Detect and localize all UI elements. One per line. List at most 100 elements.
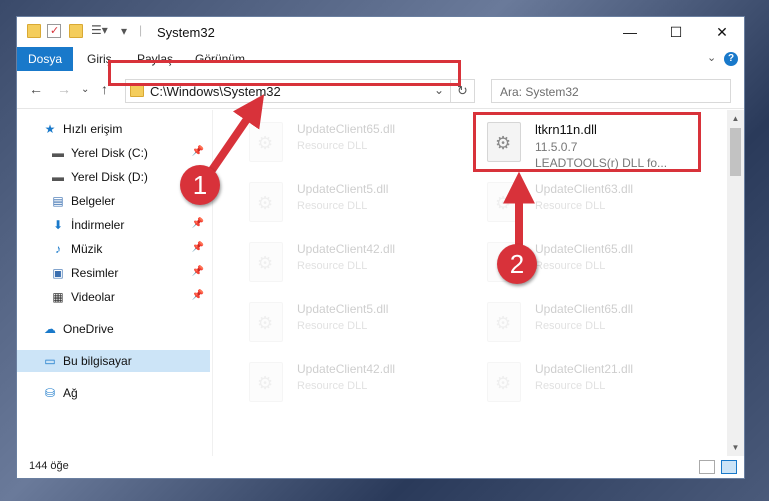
explorer-window: ✓ ☰▾ ▾ | System32 — ☐ ✕ Dosya Giriş Payl…	[16, 16, 745, 479]
minimize-button[interactable]: —	[607, 17, 653, 47]
title-bar: ✓ ☰▾ ▾ | System32 — ☐ ✕	[17, 17, 744, 47]
title-separator: |	[139, 23, 143, 37]
dll-file-icon	[249, 302, 283, 342]
file-name: UpdateClient21.dll	[535, 362, 634, 376]
pin-icon[interactable]: 📌	[192, 266, 204, 277]
dll-file-icon	[487, 122, 521, 162]
sidebar-item-label: Yerel Disk (D:)	[71, 170, 148, 184]
maximize-button[interactable]: ☐	[653, 17, 699, 47]
file-item[interactable]: UpdateClient63.dll Resource DLL	[475, 176, 700, 232]
file-description: LEADTOOLS(r) DLL fo...	[535, 156, 668, 170]
file-name: UpdateClient5.dll	[297, 302, 389, 316]
file-description: Resource DLL	[297, 320, 368, 332]
documents-icon: ▤	[52, 194, 64, 208]
folder-icon	[27, 24, 41, 38]
file-item[interactable]: UpdateClient5.dll Resource DLL	[237, 296, 462, 352]
customize-toolbar-icon[interactable]: ☰▾	[91, 23, 108, 37]
window-title: System32	[157, 25, 215, 40]
sidebar-item-pictures[interactable]: ▣ Resimler 📌	[17, 262, 210, 284]
file-item[interactable]: UpdateClient65.dll Resource DLL	[237, 116, 462, 172]
file-description: Resource DLL	[535, 320, 606, 332]
dll-file-icon	[487, 182, 521, 222]
dll-file-icon	[249, 242, 283, 282]
sidebar-item-label: OneDrive	[63, 322, 114, 336]
step-2-badge: 2	[497, 244, 537, 284]
file-item[interactable]: UpdateClient21.dll Resource DLL	[475, 356, 700, 412]
recent-locations-button[interactable]: ⌄	[81, 84, 89, 95]
cloud-icon: ☁	[44, 322, 56, 336]
pin-icon[interactable]: 📌	[192, 218, 204, 229]
file-item[interactable]: UpdateClient42.dll Resource DLL	[237, 236, 462, 292]
dll-file-icon	[487, 302, 521, 342]
scrollbar-thumb[interactable]	[730, 128, 741, 176]
file-item[interactable]: UpdateClient65.dll Resource DLL	[475, 296, 700, 352]
qat-dropdown-icon[interactable]: ▾	[121, 24, 127, 38]
scroll-down-icon[interactable]: ▼	[727, 439, 744, 456]
sidebar-item-label: Yerel Disk (C:)	[71, 146, 148, 160]
status-bar: 144 öğe	[17, 456, 744, 478]
download-icon: ⬇	[52, 218, 64, 232]
file-description: Resource DLL	[297, 140, 368, 152]
up-button[interactable]: ↑	[101, 81, 108, 97]
tiles-view-icon[interactable]	[721, 460, 737, 474]
properties-icon[interactable]: ✓	[47, 24, 61, 38]
item-count: 144 öğe	[29, 460, 69, 472]
refresh-icon[interactable]: ↻	[450, 80, 474, 102]
address-dropdown-icon[interactable]: ⌄	[434, 83, 444, 97]
file-item[interactable]: UpdateClient5.dll Resource DLL	[237, 176, 462, 232]
ribbon-expand-icon[interactable]: ⌄	[707, 51, 716, 64]
file-name: UpdateClient65.dll	[535, 242, 634, 256]
search-placeholder: Ara: System32	[500, 85, 579, 99]
file-name: UpdateClient65.dll	[297, 122, 396, 136]
sidebar-item-network[interactable]: ⛁ Ağ	[17, 382, 210, 404]
sidebar-item-downloads[interactable]: ⬇ İndirmeler 📌	[17, 214, 210, 236]
tab-file[interactable]: Dosya	[17, 47, 73, 71]
dll-file-icon	[249, 182, 283, 222]
pin-icon[interactable]: 📌	[192, 290, 204, 301]
drive-icon: ▬	[52, 146, 64, 160]
dll-file-icon	[487, 362, 521, 402]
help-icon[interactable]: ?	[724, 52, 738, 66]
network-icon: ⛁	[44, 386, 56, 400]
details-view-icon[interactable]	[699, 460, 715, 474]
file-description: Resource DLL	[297, 260, 368, 272]
file-description: Resource DLL	[535, 260, 606, 272]
sidebar-item-label: Resimler	[71, 266, 119, 280]
scroll-up-icon[interactable]: ▲	[727, 110, 744, 127]
sidebar-item-onedrive[interactable]: ☁ OneDrive	[17, 318, 210, 340]
file-description: Resource DLL	[297, 200, 368, 212]
sidebar-item-local-disk-c[interactable]: ▬ Yerel Disk (C:) 📌	[17, 142, 210, 164]
sidebar-item-videos[interactable]: ▦ Videolar 📌	[17, 286, 210, 308]
dll-file-icon	[249, 362, 283, 402]
forward-button[interactable]: →	[57, 81, 71, 97]
file-name: UpdateClient42.dll	[297, 362, 396, 376]
pin-icon[interactable]: 📌	[192, 242, 204, 253]
tab-home[interactable]: Giriş	[87, 47, 112, 71]
file-name: UpdateClient63.dll	[535, 182, 634, 196]
sidebar-item-music[interactable]: ♪ Müzik 📌	[17, 238, 210, 260]
vertical-scrollbar[interactable]: ▲ ▼	[727, 110, 744, 456]
address-bar[interactable]: C:\Windows\System32 ⌄ ↻	[125, 79, 475, 103]
tab-view[interactable]: Görünüm	[195, 47, 245, 71]
close-button[interactable]: ✕	[699, 17, 744, 47]
file-item[interactable]: UpdateClient42.dll Resource DLL	[237, 356, 462, 412]
sidebar-item-quick-access[interactable]: ★ Hızlı erişim	[17, 118, 210, 140]
sidebar-item-label: Videolar	[71, 290, 115, 304]
sidebar-item-label: Hızlı erişim	[63, 122, 123, 136]
folder-icon	[130, 84, 144, 97]
file-name: UpdateClient42.dll	[297, 242, 396, 256]
address-path[interactable]: C:\Windows\System32	[150, 84, 281, 99]
back-button[interactable]: ←	[29, 81, 43, 97]
pin-icon[interactable]: 📌	[192, 146, 204, 157]
file-name: UpdateClient65.dll	[535, 302, 634, 316]
computer-icon: ▭	[44, 354, 56, 368]
sidebar-item-label: İndirmeler	[71, 218, 125, 232]
sidebar-item-this-pc[interactable]: ▭ Bu bilgisayar	[17, 350, 210, 372]
sidebar-item-label: Belgeler	[71, 194, 116, 208]
sidebar-item-label: Müzik	[71, 242, 103, 256]
search-input[interactable]: Ara: System32	[491, 79, 731, 103]
new-folder-icon[interactable]	[69, 24, 83, 38]
file-description: Resource DLL	[297, 380, 368, 392]
file-item-ltkrn11n[interactable]: ltkrn11n.dll 11.5.0.7 LEADTOOLS(r) DLL f…	[475, 116, 700, 172]
tab-share[interactable]: Paylaş	[137, 47, 173, 71]
